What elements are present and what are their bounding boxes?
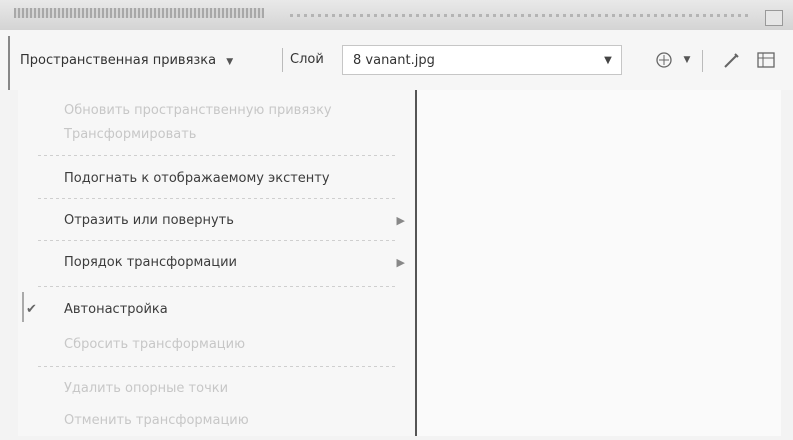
menu-separator: [38, 240, 398, 241]
toolbar-separator: [282, 48, 283, 72]
menu-item-label: Удалить опорные точки: [64, 380, 229, 396]
chevron-down-icon[interactable]: ▼: [597, 48, 619, 72]
control-points-icon[interactable]: [650, 46, 678, 74]
submenu-arrow-icon: ▶: [396, 255, 405, 269]
menu-item-cancel-transformation[interactable]: Отменить трансформацию: [18, 400, 415, 440]
layer-select[interactable]: 8 vanant.jpg ▼: [342, 45, 622, 75]
menu-item-label: Сбросить трансформацию: [64, 336, 246, 352]
menu-item-label: Отменить трансформацию: [64, 412, 249, 428]
menu-separator: [38, 155, 398, 156]
menu-item-label: Отразить или повернуть: [64, 212, 234, 228]
menu-item-label: Подогнать к отображаемому экстенту: [64, 170, 330, 186]
georeferencing-menu-button[interactable]: Пространственная привязка ▼: [20, 53, 233, 68]
toolbar-grip[interactable]: [8, 36, 10, 90]
checkmark-icon: ✔: [26, 301, 37, 317]
menu-separator: [38, 366, 398, 367]
edit-link-icon[interactable]: [718, 46, 744, 74]
title-text-blur: [14, 8, 264, 18]
menu-item-auto-adjust[interactable]: ✔ Автонастройка: [18, 289, 415, 329]
window-titlebar: [0, 0, 793, 31]
checkmark-gutter: [22, 292, 24, 322]
title-text-blur-2: [290, 14, 750, 17]
menu-item-flip-rotate[interactable]: Отразить или повернуть ▶: [18, 200, 415, 240]
chevron-down-icon: ▼: [226, 57, 234, 67]
menu-item-reset-transformation[interactable]: Сбросить трансформацию: [18, 324, 415, 364]
menu-item-fit-to-display[interactable]: Подогнать к отображаемому экстенту: [18, 158, 415, 198]
georeferencing-dropdown-menu: Обновить пространственную привязку Транс…: [18, 90, 415, 436]
link-table-icon[interactable]: [752, 46, 780, 74]
menu-separator: [38, 198, 398, 199]
menu-separator: [38, 286, 398, 287]
layer-select-value: 8 vanant.jpg: [353, 53, 435, 68]
layer-label: Слой: [290, 52, 324, 67]
map-display-area[interactable]: [415, 90, 781, 436]
chevron-down-icon[interactable]: ▼: [680, 46, 694, 74]
menu-item-label: Порядок трансформации: [64, 254, 238, 270]
toolbar-separator: [702, 50, 703, 72]
submenu-arrow-icon: ▶: [396, 213, 405, 227]
menu-item-label: Автонастройка: [64, 301, 168, 317]
close-icon[interactable]: [765, 10, 783, 26]
menu-item-label: Трансформировать: [64, 126, 197, 142]
georeferencing-menu-label: Пространственная привязка: [20, 53, 217, 68]
menu-item-rectify[interactable]: Трансформировать: [18, 114, 415, 154]
menu-item-transformation[interactable]: Порядок трансформации ▶: [18, 242, 415, 282]
